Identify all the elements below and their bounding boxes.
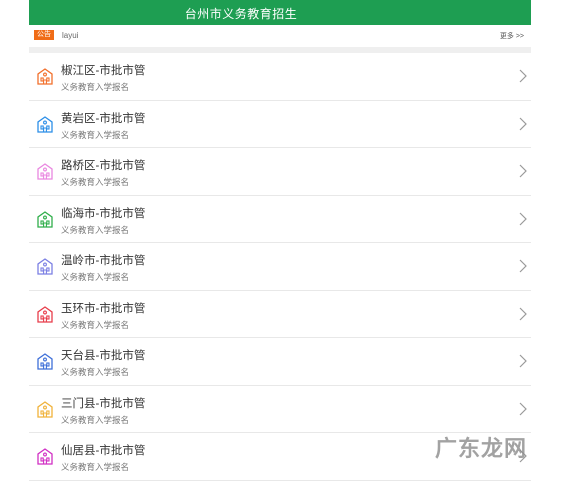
district-name: 椒江区-市批市管 [61, 65, 146, 77]
district-subtitle: 义务教育入学报名 [61, 319, 130, 330]
district-list-item[interactable]: 天台县-市批市管 义务教育入学报名 [29, 338, 531, 386]
district-list-item[interactable]: 椒江区-市批市管 义务教育入学报名 [29, 53, 531, 101]
chevron-right-icon [519, 117, 527, 130]
district-name: 温岭市-市批市管 [61, 255, 146, 267]
district-subtitle: 义务教育入学报名 [61, 129, 130, 140]
notice-badge: 公告 [34, 30, 54, 40]
district-list-item[interactable]: 路桥区-市批市管 义务教育入学报名 [29, 148, 531, 196]
school-building-icon [37, 210, 53, 228]
district-subtitle: 义务教育入学报名 [61, 414, 130, 425]
district-list-item[interactable]: 温岭市-市批市管 义务教育入学报名 [29, 243, 531, 291]
district-name: 仙居县-市批市管 [61, 445, 146, 457]
district-subtitle: 义务教育入学报名 [61, 224, 130, 235]
district-subtitle: 义务教育入学报名 [61, 462, 130, 472]
school-building-icon [37, 305, 53, 323]
school-building-icon [37, 115, 53, 133]
more-link[interactable]: 更多 >> [500, 31, 524, 41]
notice-text[interactable]: layui [62, 31, 78, 40]
chevron-right-icon [519, 259, 527, 273]
app-header: 台州市义务教育招生 [29, 0, 531, 25]
school-building-icon [37, 258, 53, 275]
school-building-icon [37, 353, 53, 370]
district-list: 椒江区-市批市管 义务教育入学报名 黄岩区-市批市管 义务教育入学报名 路桥区-… [29, 53, 531, 481]
district-list-item[interactable]: 三门县-市批市管 义务教育入学报名 [29, 385, 531, 433]
chevron-right-icon [519, 164, 527, 178]
district-list-item[interactable]: 临海市-市批市管 义务教育入学报名 [29, 195, 531, 243]
school-building-icon [37, 400, 53, 418]
district-name: 黄岩区-市批市管 [61, 112, 146, 125]
school-building-icon [37, 163, 53, 180]
district-name: 玉环市-市批市管 [61, 302, 146, 315]
district-subtitle: 义务教育入学报名 [61, 367, 130, 377]
district-name: 临海市-市批市管 [61, 207, 146, 220]
site-watermark: 广东龙网 [435, 434, 529, 462]
district-name: 三门县-市批市管 [61, 397, 146, 410]
chevron-right-icon [519, 354, 527, 368]
chevron-right-icon [519, 212, 527, 225]
svg-text:广东龙网: 广东龙网 [435, 436, 527, 462]
school-building-icon [37, 448, 53, 465]
district-list-item[interactable]: 黄岩区-市批市管 义务教育入学报名 [29, 100, 531, 148]
school-building-icon [37, 68, 53, 85]
chevron-right-icon [519, 307, 527, 320]
district-name: 路桥区-市批市管 [61, 160, 146, 172]
district-list-item[interactable]: 玉环市-市批市管 义务教育入学报名 [29, 290, 531, 338]
district-name: 天台县-市批市管 [61, 350, 146, 362]
watermark-logo: 广东龙网 [435, 436, 527, 462]
page-title: 台州市义务教育招生 [184, 7, 298, 21]
district-subtitle: 义务教育入学报名 [61, 177, 130, 187]
chevron-right-icon [519, 402, 527, 415]
district-subtitle: 义务教育入学报名 [61, 82, 130, 92]
notice-bar[interactable]: 公告 layui 更多 >> [29, 27, 531, 45]
chevron-right-icon [519, 69, 527, 83]
district-subtitle: 义务教育入学报名 [61, 272, 130, 282]
